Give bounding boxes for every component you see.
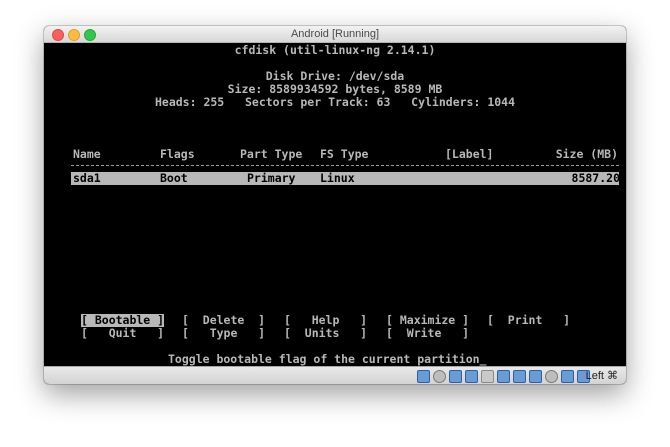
partition-row-selected[interactable]: sda1 Boot Primary Linux 8587.20 [71,171,620,185]
hard-disk-icon[interactable] [417,370,430,383]
window-title: Android [Running] [290,28,380,40]
partition-name: sda1 [73,171,101,185]
host-key-label: Left ⌘ [585,370,618,382]
vm-window: Android [Running] cfdisk (util-linux-ng … [44,26,626,384]
usb-icon[interactable] [449,370,462,383]
type-menu-item[interactable]: [ Type ] [182,327,265,340]
terminal-screen[interactable]: cfdisk (util-linux-ng 2.14.1) Disk Drive… [44,43,626,366]
partition-size: 8587.20 [571,171,620,185]
display-icon[interactable] [497,370,510,383]
column-name: Name [73,147,101,161]
optical-disk-icon[interactable] [433,370,446,383]
quit-menu-item[interactable]: [ Quit ] [81,327,164,340]
column-flags: Flags [160,147,195,161]
print-menu-item[interactable]: [ Print ] [487,314,570,327]
window-titlebar[interactable]: Android [Running] [44,26,626,43]
partition-part-type: Primary [247,171,296,185]
cfdisk-header: cfdisk (util-linux-ng 2.14.1) [234,43,436,57]
mouse-integration-icon[interactable] [561,370,574,383]
vm-statusbar: Left ⌘ [44,366,626,384]
write-menu-item[interactable]: [ Write ] [386,327,469,340]
units-menu-item[interactable]: [ Units ] [284,327,367,340]
video-capture-icon[interactable] [529,370,542,383]
partition-flags: Boot [160,171,188,185]
cpu-icon[interactable] [545,370,558,383]
pencil-icon[interactable] [465,370,478,383]
column-label: [Label] [445,147,494,161]
network-icon[interactable] [513,370,526,383]
disk-geometry-line: Heads: 255 Sectors per Track: 63 Cylinde… [154,95,516,109]
shared-folder-icon[interactable] [481,370,494,383]
partition-fs-type: Linux [320,171,355,185]
column-size: Size (MB) [555,147,618,161]
column-fs-type: FS Type [320,147,369,161]
header-separator [71,165,619,166]
hint-line: Toggle bootable flag of the current part… [168,352,487,366]
column-part-type: Part Type [240,147,303,161]
